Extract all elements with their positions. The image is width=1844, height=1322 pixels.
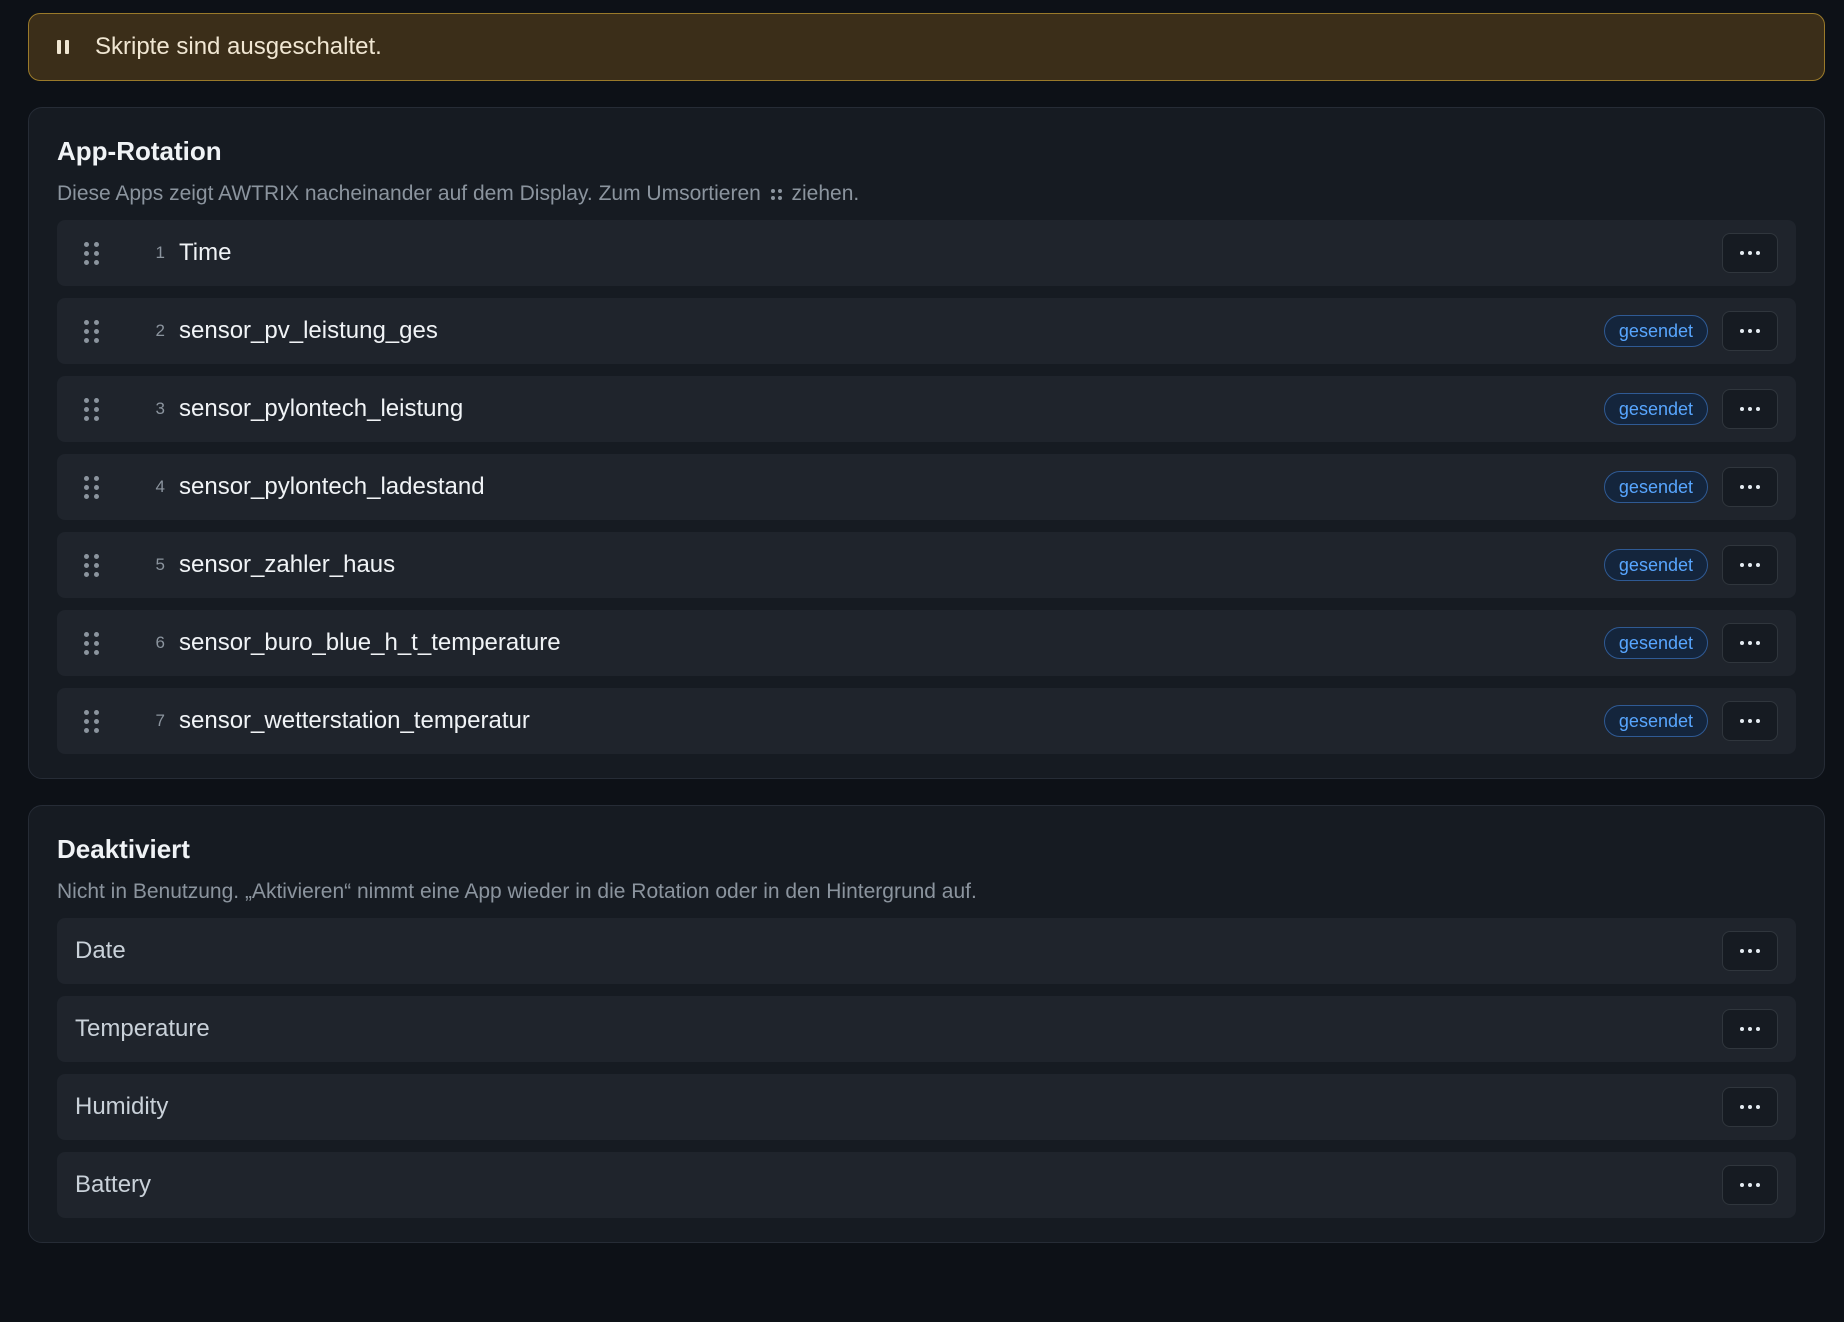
app-name: sensor_zahler_haus — [179, 551, 396, 578]
status-badge: gesendet — [1603, 705, 1708, 737]
app-name: sensor_pv_leistung_ges — [179, 317, 438, 344]
app-name: sensor_pylontech_ladestand — [179, 473, 485, 500]
rotation-description: Diese Apps zeigt AWTRIX nacheinander auf… — [57, 180, 1796, 208]
banner-text: Skripte sind ausgeschaltet. — [95, 33, 382, 60]
more-options-button[interactable] — [1722, 233, 1778, 273]
rotation-row[interactable]: 3 sensor_pylontech_leistung gesendet — [57, 376, 1796, 442]
app-name: Date — [75, 937, 126, 964]
pause-icon — [57, 40, 69, 54]
app-name: Battery — [75, 1171, 152, 1198]
page: Skripte sind ausgeschaltet. App-Rotation… — [28, 13, 1825, 1243]
status-badge: gesendet — [1603, 549, 1708, 581]
status-badge: gesendet — [1603, 393, 1708, 425]
status-badge: gesendet — [1603, 471, 1708, 503]
scripts-disabled-banner: Skripte sind ausgeschaltet. — [28, 13, 1825, 81]
drag-handle-icon — [770, 188, 782, 200]
app-name: sensor_wetterstation_temperatur — [179, 707, 530, 734]
drag-handle-icon[interactable] — [81, 709, 101, 733]
disabled-row[interactable]: Humidity — [57, 1074, 1796, 1140]
rotation-list: 1 Time 2 sensor_pv_leistung_ges gesendet 3 sen… — [57, 220, 1796, 754]
disabled-row[interactable]: Date — [57, 918, 1796, 984]
more-options-button[interactable] — [1722, 545, 1778, 585]
drag-handle-icon[interactable] — [81, 475, 101, 499]
more-options-button[interactable] — [1722, 623, 1778, 663]
more-options-button[interactable] — [1722, 389, 1778, 429]
rotation-title: App-Rotation — [57, 136, 222, 166]
status-badge: gesendet — [1603, 315, 1708, 347]
disabled-list: Date Temperature Humidity Battery — [57, 918, 1796, 1218]
app-name: Humidity — [75, 1093, 169, 1120]
rotation-position: 1 — [155, 243, 165, 262]
app-name: sensor_buro_blue_h_t_temperature — [179, 629, 561, 656]
rotation-row[interactable]: 4 sensor_pylontech_ladestand gesendet — [57, 454, 1796, 520]
app-name: Temperature — [75, 1015, 210, 1042]
drag-handle-icon[interactable] — [81, 397, 101, 421]
app-name: Time — [179, 239, 232, 266]
disabled-card: Deaktiviert Nicht in Benutzung. „Aktivie… — [28, 805, 1825, 1243]
more-options-button[interactable] — [1722, 311, 1778, 351]
more-options-button[interactable] — [1722, 931, 1778, 971]
rotation-position: 6 — [155, 633, 165, 652]
rotation-row[interactable]: 1 Time — [57, 220, 1796, 286]
rotation-position: 2 — [155, 321, 165, 340]
drag-handle-icon[interactable] — [81, 241, 101, 265]
more-options-button[interactable] — [1722, 1009, 1778, 1049]
rotation-position: 3 — [155, 399, 165, 418]
more-options-button[interactable] — [1722, 1087, 1778, 1127]
more-options-button[interactable] — [1722, 1165, 1778, 1205]
disabled-title: Deaktiviert — [57, 834, 190, 864]
drag-handle-icon[interactable] — [81, 553, 101, 577]
rotation-position: 7 — [155, 711, 165, 730]
rotation-row[interactable]: 7 sensor_wetterstation_temperatur gesendet — [57, 688, 1796, 754]
rotation-desc-after: ziehen. — [791, 182, 860, 205]
more-options-button[interactable] — [1722, 701, 1778, 741]
drag-handle-icon[interactable] — [81, 631, 101, 655]
disabled-row[interactable]: Temperature — [57, 996, 1796, 1062]
rotation-position: 5 — [155, 555, 165, 574]
status-badge: gesendet — [1603, 627, 1708, 659]
rotation-position: 4 — [155, 477, 165, 496]
disabled-description: Nicht in Benutzung. „Aktivieren“ nimmt e… — [57, 880, 977, 903]
more-options-button[interactable] — [1722, 467, 1778, 507]
rotation-desc-before: Diese Apps zeigt AWTRIX nacheinander auf… — [57, 182, 761, 205]
rotation-row[interactable]: 5 sensor_zahler_haus gesendet — [57, 532, 1796, 598]
rotation-card: App-Rotation Diese Apps zeigt AWTRIX nac… — [28, 107, 1825, 779]
drag-handle-icon[interactable] — [81, 319, 101, 343]
disabled-row[interactable]: Battery — [57, 1152, 1796, 1218]
app-name: sensor_pylontech_leistung — [179, 395, 464, 422]
rotation-row[interactable]: 2 sensor_pv_leistung_ges gesendet — [57, 298, 1796, 364]
rotation-row[interactable]: 6 sensor_buro_blue_h_t_temperature gesende… — [57, 610, 1796, 676]
